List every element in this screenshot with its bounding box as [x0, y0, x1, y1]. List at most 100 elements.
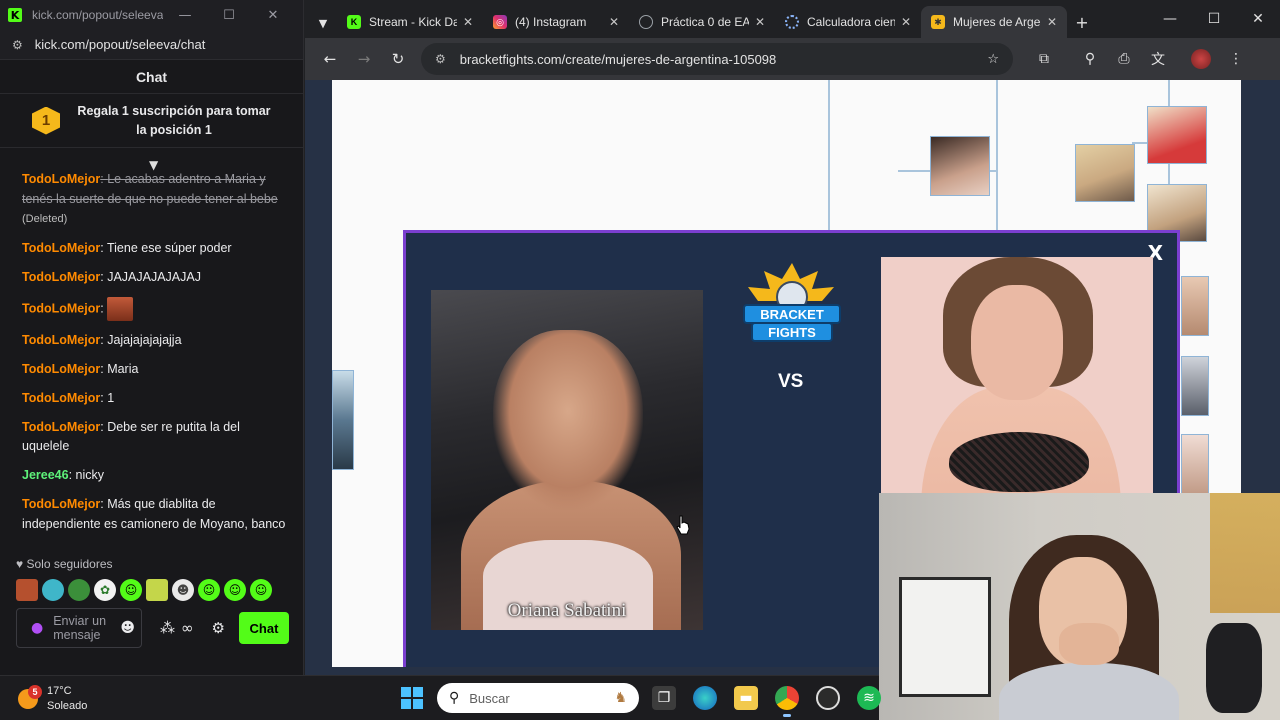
- maximize-icon[interactable]: ☐: [207, 8, 251, 23]
- emote-icon[interactable]: [16, 579, 38, 601]
- tab-close-icon[interactable]: ✕: [755, 15, 765, 29]
- edge-icon[interactable]: [693, 686, 717, 710]
- close-icon[interactable]: ✕: [1236, 11, 1280, 27]
- task-view-icon[interactable]: ❐: [652, 686, 676, 710]
- chat-username[interactable]: Jeree46: [22, 468, 69, 482]
- contestant-thumbnail[interactable]: [1181, 276, 1209, 336]
- site-settings-icon[interactable]: ⚙: [12, 38, 23, 52]
- kick-chat-window: K kick.com/popout/seleeva/c... — ☐ ✕ ⚙ k…: [0, 0, 304, 675]
- chat-username[interactable]: TodoLoMejor: [22, 301, 100, 315]
- emote-icon[interactable]: ☺: [120, 579, 142, 601]
- tab-close-icon[interactable]: ✕: [901, 15, 911, 29]
- contestant-thumbnail[interactable]: [930, 136, 990, 196]
- windows-start-icon[interactable]: [401, 687, 423, 709]
- contestant-thumbnail[interactable]: [1147, 106, 1207, 164]
- emote-icon[interactable]: ☺: [224, 579, 246, 601]
- tab-close-icon[interactable]: ✕: [1047, 15, 1057, 29]
- chat-username[interactable]: TodoLoMejor: [22, 333, 100, 347]
- site-info-icon[interactable]: ⚙: [435, 52, 446, 66]
- tab-close-icon[interactable]: ✕: [463, 15, 473, 29]
- chat-message[interactable]: TodoLoMejor: Más que diablita de indepen…: [22, 495, 287, 534]
- weather-temperature: 17°C: [47, 685, 72, 697]
- chat-message[interactable]: TodoLoMejor: 1: [22, 389, 287, 409]
- chrome-icon[interactable]: [775, 686, 799, 717]
- chat-message[interactable]: TodoLoMejor: Tiene ese súper poder: [22, 239, 287, 259]
- minimize-icon[interactable]: —: [1148, 11, 1192, 27]
- obs-icon[interactable]: [816, 686, 840, 710]
- emote-icon[interactable]: ☺: [198, 579, 220, 601]
- instagram-icon: ◎: [493, 15, 507, 29]
- chat-username[interactable]: TodoLoMejor: [22, 497, 100, 511]
- chat-window-urlbar[interactable]: ⚙ kick.com/popout/seleeva/chat: [0, 30, 303, 60]
- emote-icon[interactable]: [42, 579, 64, 601]
- infinity-icon[interactable]: ∞: [181, 619, 194, 637]
- print-icon[interactable]: ⎙: [1107, 51, 1141, 67]
- maximize-icon[interactable]: ☐: [1192, 11, 1236, 27]
- chat-username[interactable]: TodoLoMejor: [22, 241, 100, 255]
- emote-icon[interactable]: [146, 579, 168, 601]
- gift-subscription-banner[interactable]: 1 Regala 1 suscripción para tomar la pos…: [0, 94, 303, 148]
- chat-window-title: kick.com/popout/seleeva/c...: [32, 8, 163, 22]
- chat-username[interactable]: TodoLoMejor: [22, 391, 100, 405]
- windows-taskbar: 5 17°C Soleado ⚲ Buscar ♞ ❐ ▬ ≋: [0, 675, 881, 720]
- chat-message[interactable]: TodoLoMejor: JAJAJAJAJAJAJ: [22, 268, 287, 288]
- gift-banner-text: Regala 1 suscripción para tomar la posic…: [77, 103, 271, 137]
- minimize-icon[interactable]: —: [163, 8, 207, 23]
- chat-message[interactable]: TodoLoMejor: Maria: [22, 360, 287, 380]
- emoji-picker-icon[interactable]: ☻: [120, 620, 135, 636]
- chat-message[interactable]: TodoLoMejor: Le acabas adentro a Maria y…: [22, 170, 287, 230]
- taskbar-search[interactable]: ⚲ Buscar ♞: [437, 683, 639, 713]
- weather-widget[interactable]: 5 17°C Soleado: [18, 684, 87, 714]
- close-icon[interactable]: ✕: [251, 8, 295, 23]
- emote-icon[interactable]: ✿: [94, 579, 116, 601]
- extension-icon[interactable]: ⚲: [1073, 51, 1107, 67]
- contestant-card-left[interactable]: Oriana Sabatini: [431, 290, 703, 630]
- tab-instagram[interactable]: ◎ (4) Instagram ✕: [483, 6, 629, 38]
- bookmark-star-icon[interactable]: ☆: [987, 52, 999, 67]
- chat-message-input[interactable]: ● Enviar un mensaje ☻: [16, 608, 142, 648]
- notification-badge: 5: [28, 685, 42, 699]
- emote-icon[interactable]: ☻: [172, 579, 194, 601]
- file-explorer-icon[interactable]: ▬: [734, 686, 758, 710]
- chat-username[interactable]: TodoLoMejor: [22, 420, 100, 434]
- back-arrow-icon[interactable]: ←: [313, 50, 347, 68]
- chat-username[interactable]: TodoLoMejor: [22, 270, 100, 284]
- extensions-puzzle-icon[interactable]: ⧉: [1027, 51, 1061, 67]
- chat-message[interactable]: Jeree46: nicky: [22, 466, 287, 486]
- kick-points-icon[interactable]: ⁂: [160, 619, 175, 637]
- contestant-thumbnail[interactable]: [332, 370, 354, 470]
- chat-message[interactable]: TodoLoMejor: Jajajajajajajja: [22, 331, 287, 351]
- contestant-thumbnail[interactable]: [1181, 356, 1209, 416]
- tab-calculadora[interactable]: Calculadora cien ✕: [775, 6, 921, 38]
- chat-settings-gear-icon[interactable]: ⚙: [211, 619, 224, 637]
- tab-close-icon[interactable]: ✕: [609, 15, 619, 29]
- chat-username[interactable]: TodoLoMejor: [22, 362, 100, 376]
- chat-message-text: 1: [107, 390, 115, 405]
- emote-icon[interactable]: [68, 579, 90, 601]
- tab-mujeres-de-argentina[interactable]: ✱ Mujeres de Arge ✕: [921, 6, 1067, 38]
- loading-icon: [785, 15, 799, 29]
- tab-kick-stream[interactable]: K Stream - Kick Da ✕: [337, 6, 483, 38]
- translate-icon[interactable]: 文: [1141, 49, 1175, 69]
- tab-strip: ▼ K Stream - Kick Da ✕ ◎ (4) Instagram ✕…: [305, 0, 1280, 38]
- new-tab-plus-icon[interactable]: +: [1067, 6, 1097, 38]
- emote-image[interactable]: [107, 297, 134, 321]
- profile-avatar[interactable]: [1191, 49, 1211, 69]
- microphone-icon[interactable]: ●: [31, 620, 43, 636]
- chat-message[interactable]: TodoLoMejor:: [22, 297, 287, 321]
- menu-kebab-icon[interactable]: ⋮: [1219, 51, 1253, 67]
- contestant-thumbnail[interactable]: [1181, 434, 1209, 494]
- forward-arrow-icon[interactable]: →: [347, 50, 381, 68]
- emote-icon[interactable]: ☺: [250, 579, 272, 601]
- reload-icon[interactable]: ↻: [381, 50, 415, 68]
- heart-icon: ♥: [16, 557, 24, 571]
- chat-username[interactable]: TodoLoMejor: [22, 172, 100, 186]
- kick-icon: K: [347, 15, 361, 29]
- send-chat-button[interactable]: Chat: [238, 612, 289, 644]
- tab-practica[interactable]: Práctica 0 de EA ✕: [629, 6, 775, 38]
- spotify-icon[interactable]: ≋: [857, 686, 881, 710]
- chat-message[interactable]: TodoLoMejor: Debe ser re putita la del u…: [22, 418, 287, 457]
- contestant-thumbnail[interactable]: [1075, 144, 1135, 202]
- tab-search-chevron-icon[interactable]: ▼: [309, 8, 337, 38]
- address-bar[interactable]: ⚙ bracketfights.com/create/mujeres-de-ar…: [421, 43, 1013, 75]
